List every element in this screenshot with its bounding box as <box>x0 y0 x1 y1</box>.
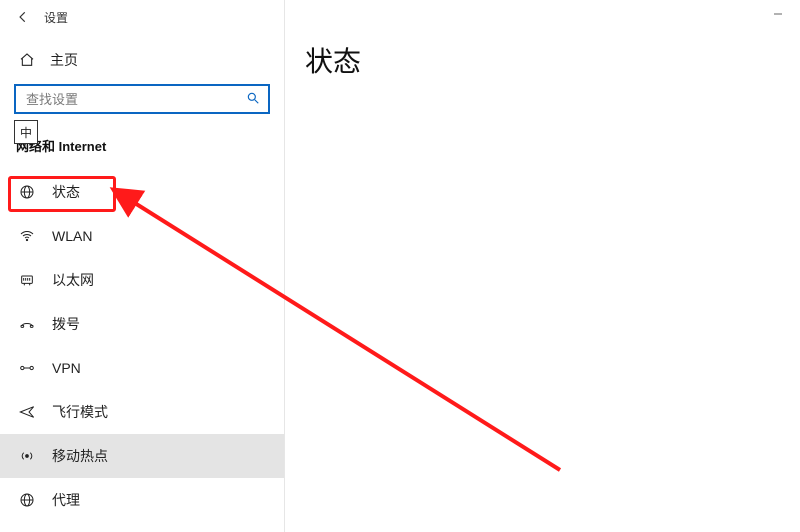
nav-item-ethernet[interactable]: 以太网 <box>0 258 284 302</box>
page-title: 状态 <box>305 40 361 80</box>
globe-icon <box>16 184 38 200</box>
nav-label: WLAN <box>52 228 92 244</box>
nav-label: 以太网 <box>52 270 94 290</box>
home-icon <box>16 52 38 68</box>
section-title-suffix: Internet <box>55 139 106 154</box>
back-button[interactable] <box>8 2 38 32</box>
search-icon <box>244 91 262 108</box>
proxy-icon <box>16 492 38 508</box>
nav-item-proxy[interactable]: 代理 <box>0 478 284 522</box>
nav-label: VPN <box>52 360 81 376</box>
nav-label: 拨号 <box>52 314 80 334</box>
vpn-icon <box>16 360 38 376</box>
nav-item-airplane[interactable]: 飞行模式 <box>0 390 284 434</box>
window-controls <box>756 0 800 28</box>
nav-item-status[interactable]: 状态 <box>0 170 284 214</box>
ethernet-icon <box>16 272 38 288</box>
content-area: 状态 <box>285 0 800 532</box>
ime-indicator[interactable]: 中 <box>14 120 38 144</box>
nav-label: 飞行模式 <box>52 402 108 422</box>
hotspot-icon <box>16 448 38 464</box>
wifi-icon <box>16 228 38 244</box>
nav-label: 状态 <box>52 182 80 202</box>
nav-label: 代理 <box>52 490 80 510</box>
search-input[interactable] <box>24 91 240 108</box>
nav-label: 移动热点 <box>52 446 108 466</box>
nav-item-vpn[interactable]: VPN <box>0 346 284 390</box>
nav-item-dialup[interactable]: 拨号 <box>0 302 284 346</box>
nav-list: 状态 WLAN <box>0 170 284 522</box>
home-nav[interactable]: 主页 <box>0 42 284 78</box>
minimize-button[interactable] <box>756 0 800 28</box>
home-label: 主页 <box>50 50 78 70</box>
nav-item-wlan[interactable]: WLAN <box>0 214 284 258</box>
titlebar: 设置 <box>0 0 284 34</box>
dialup-icon <box>16 316 38 332</box>
airplane-icon <box>16 404 38 420</box>
sidebar: 设置 主页 中 网络和 Internet <box>0 0 285 532</box>
window-title: 设置 <box>44 9 68 26</box>
search-box[interactable] <box>14 84 270 114</box>
nav-item-hotspot[interactable]: 移动热点 <box>0 434 284 478</box>
